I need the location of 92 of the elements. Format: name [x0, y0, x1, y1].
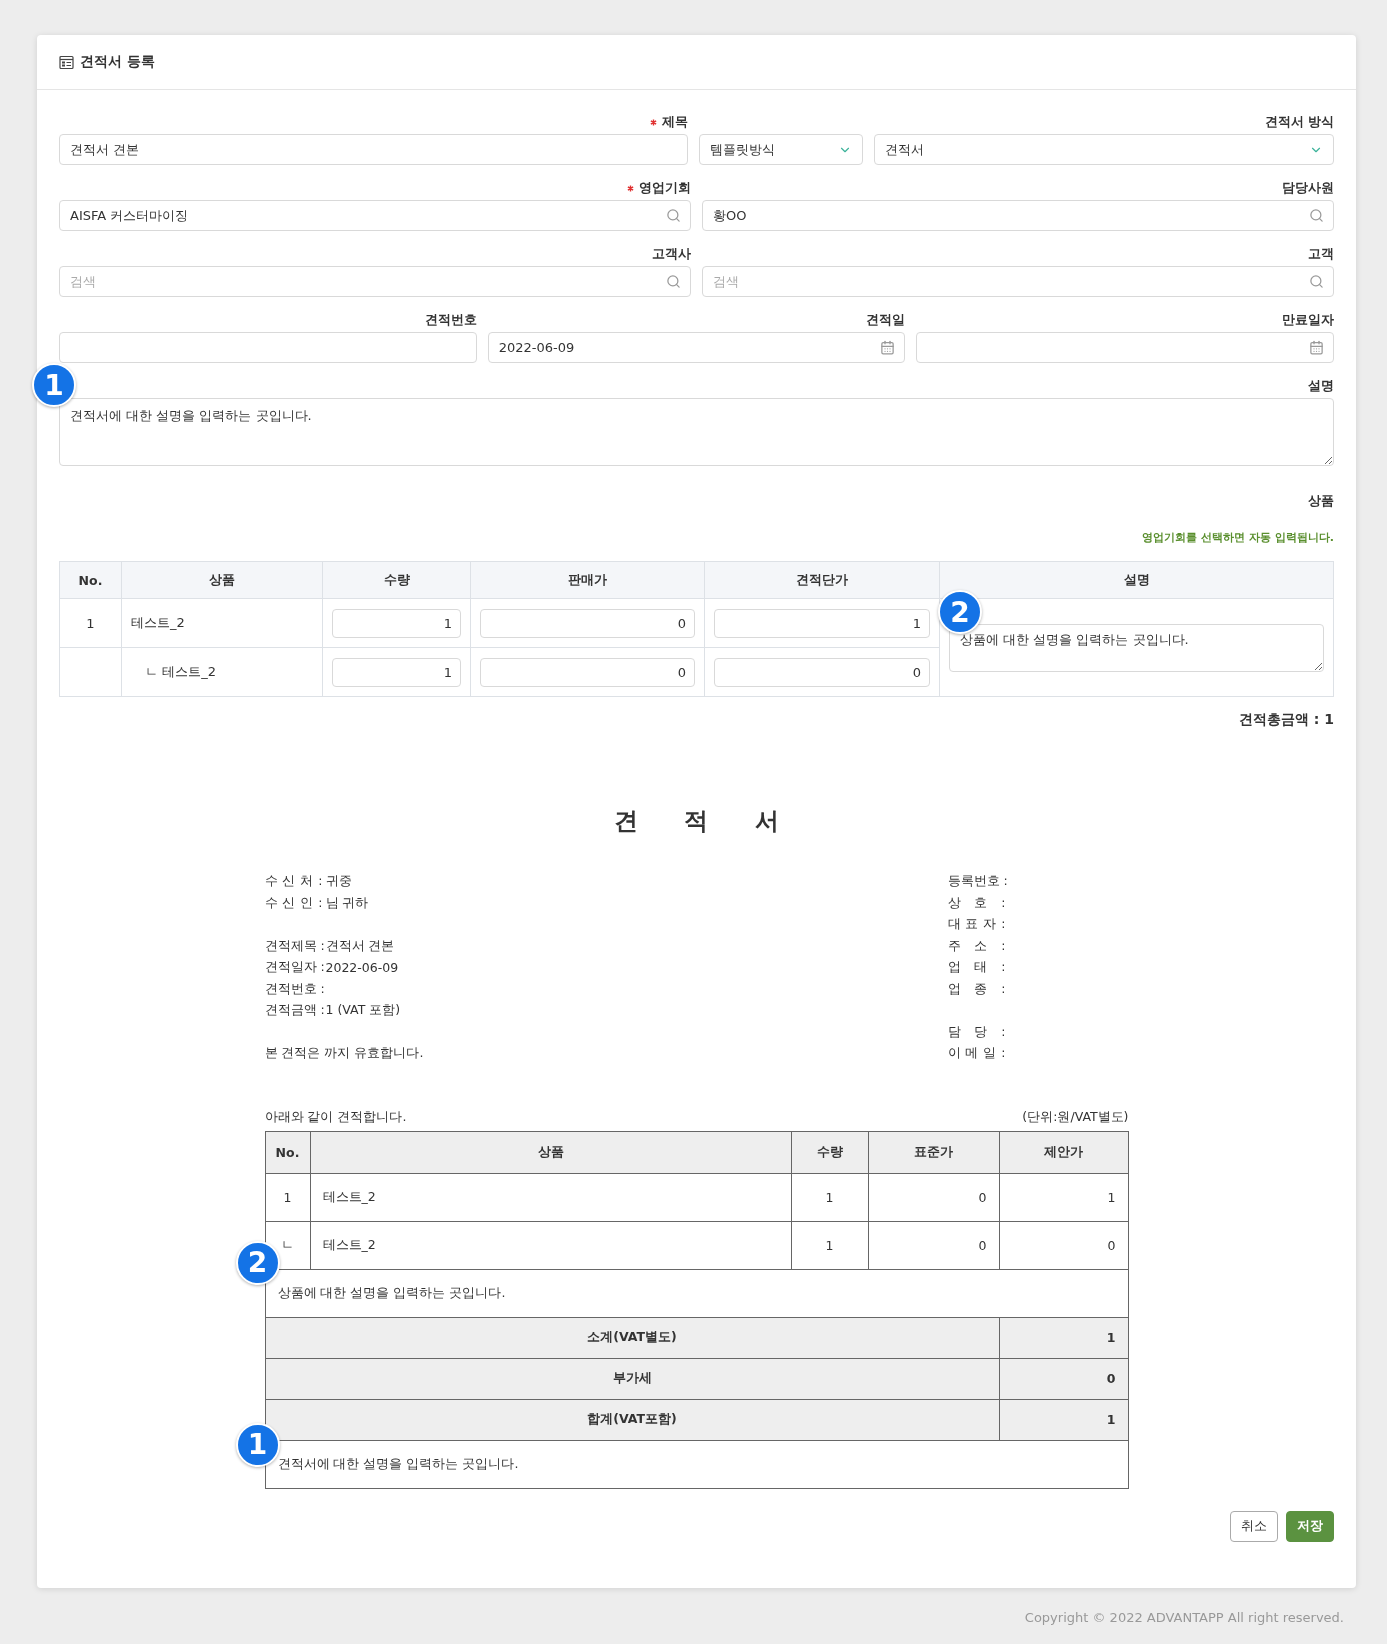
info-line: 담 당 :: [947, 1022, 1007, 1041]
description-field[interactable]: 견적서에 대한 설명을 입력하는 곳입니다.: [59, 398, 1334, 466]
table-cell: 소계(VAT별도): [265, 1317, 999, 1358]
info-line: 수 신 처 : 귀중: [264, 872, 353, 891]
table-cell: 0: [999, 1221, 1128, 1269]
dropdown[interactable]: 견적서: [874, 134, 1334, 165]
field-label: 견적일: [866, 311, 906, 329]
document-icon: [59, 54, 74, 70]
table-cell: 1: [999, 1317, 1128, 1358]
quote-price-field[interactable]: 1: [714, 608, 930, 638]
intro-text: 아래와 같이 견적합니다.: [264, 1108, 407, 1126]
field-label: 만료일자: [1282, 311, 1334, 329]
table-cell: 테스트_2: [310, 1221, 791, 1269]
table-cell: 0: [999, 1358, 1128, 1399]
column-header: 상품: [310, 1131, 791, 1173]
search-icon[interactable]: [666, 274, 681, 289]
quantity-field[interactable]: 1: [332, 608, 461, 638]
info-line: 상 호 :: [947, 893, 1007, 912]
table-cell: 0: [868, 1173, 999, 1221]
total-amount: 견적총금액 : 1: [1238, 711, 1334, 729]
calendar-icon[interactable]: [1309, 340, 1324, 355]
unit-text: (단위:원/VAT별도): [1022, 1108, 1129, 1126]
price-field[interactable]: 0: [480, 608, 695, 638]
callout-badge: 2: [235, 1240, 280, 1285]
info-line: 대 표 자 :: [947, 915, 1007, 934]
field-label: 영업기회: [639, 179, 691, 197]
column-header: 제안가: [999, 1131, 1128, 1173]
table-cell: 1: [999, 1399, 1128, 1440]
table-cell: 1: [999, 1173, 1128, 1221]
callout-badge: 1: [32, 363, 76, 407]
field-label: 설명: [1308, 377, 1334, 395]
field-label: 고객사: [652, 245, 691, 263]
page-title: 견적서 등록: [80, 53, 155, 71]
column-header: 수량: [791, 1131, 868, 1173]
info-line: 수 신 인 : 님 귀하: [264, 893, 370, 912]
description-field[interactable]: 상품에 대한 설명을 입력하는 곳입니다.: [949, 623, 1324, 672]
info-line: 주 소 :: [947, 936, 1007, 955]
search-field[interactable]: 검색: [59, 266, 691, 297]
dropdown[interactable]: 템플릿방식: [699, 134, 864, 165]
info-line: 이 메 일 :: [947, 1044, 1007, 1063]
table-cell: 테스트_2: [310, 1173, 791, 1221]
info-line: 견적일자 :2022-06-09: [264, 958, 400, 978]
date-field[interactable]: [916, 332, 1334, 363]
info-line: 견적번호 :: [264, 979, 326, 998]
quantity-field[interactable]: 1: [332, 657, 461, 687]
document-title: 견 적 서: [614, 806, 779, 837]
table-cell: [59, 647, 122, 697]
cancel-button[interactable]: 취소: [1230, 1510, 1278, 1542]
copyright-text: Copyright © 2022 ADVANTAPP All right reserved.: [1024, 1610, 1344, 1625]
quote-price-field[interactable]: 0: [714, 657, 930, 687]
field-label: 제목: [662, 113, 689, 131]
column-header: 판매가: [470, 561, 705, 599]
search-field[interactable]: 황OO: [702, 200, 1334, 231]
callout-badge: 1: [235, 1422, 280, 1467]
field-label: 견적번호: [424, 311, 477, 329]
info-line: 업 태 :: [947, 958, 1007, 977]
search-field[interactable]: 검색: [702, 266, 1334, 297]
info-line: 견적금액 :1 (VAT 포함): [264, 1001, 402, 1020]
field-label: 견적서 방식: [1264, 113, 1334, 131]
table-cell: 테스트_2: [121, 598, 323, 648]
hint-text: 영업기회를 선택하면 자동 입력됩니다.: [1142, 530, 1334, 545]
column-header: No.: [265, 1131, 310, 1173]
info-line: 업 종 :: [947, 979, 1007, 998]
field-label: 담당사원: [1282, 179, 1334, 197]
column-header: 설명: [939, 561, 1334, 599]
search-icon[interactable]: [666, 208, 681, 223]
table-cell: 부가세: [265, 1358, 999, 1399]
section-label: 상품: [1308, 493, 1334, 510]
save-button[interactable]: 저장: [1286, 1510, 1334, 1542]
field-label: 고객: [1308, 245, 1334, 263]
table-cell: 0: [868, 1221, 999, 1269]
table-cell: 1: [791, 1221, 868, 1269]
column-header: 상품: [121, 561, 323, 599]
text-field[interactable]: [59, 332, 477, 363]
info-line: 견적제목 :견적서 견본: [264, 936, 396, 955]
table-cell: 1: [791, 1173, 868, 1221]
column-header: 견적단가: [704, 561, 940, 599]
info-line: 등록번호 :: [947, 872, 1009, 891]
table-cell: 1: [59, 598, 122, 648]
column-header: 수량: [322, 561, 471, 599]
calendar-icon[interactable]: [880, 340, 896, 355]
price-field[interactable]: 0: [480, 657, 695, 687]
search-icon[interactable]: [1309, 208, 1324, 223]
search-field[interactable]: AISFA 커스터마이징: [59, 200, 691, 231]
validity-note: 본 견적은 까지 유효합니다.: [264, 1044, 425, 1063]
table-cell: ㄴ 테스트_2: [121, 647, 323, 697]
date-field[interactable]: 2022-06-09: [487, 332, 906, 363]
search-icon[interactable]: [1309, 274, 1324, 289]
table-cell: 1: [265, 1173, 310, 1221]
column-header: 표준가: [868, 1131, 999, 1173]
text-field[interactable]: 견적서 견본: [59, 134, 689, 165]
column-header: No.: [59, 561, 122, 599]
